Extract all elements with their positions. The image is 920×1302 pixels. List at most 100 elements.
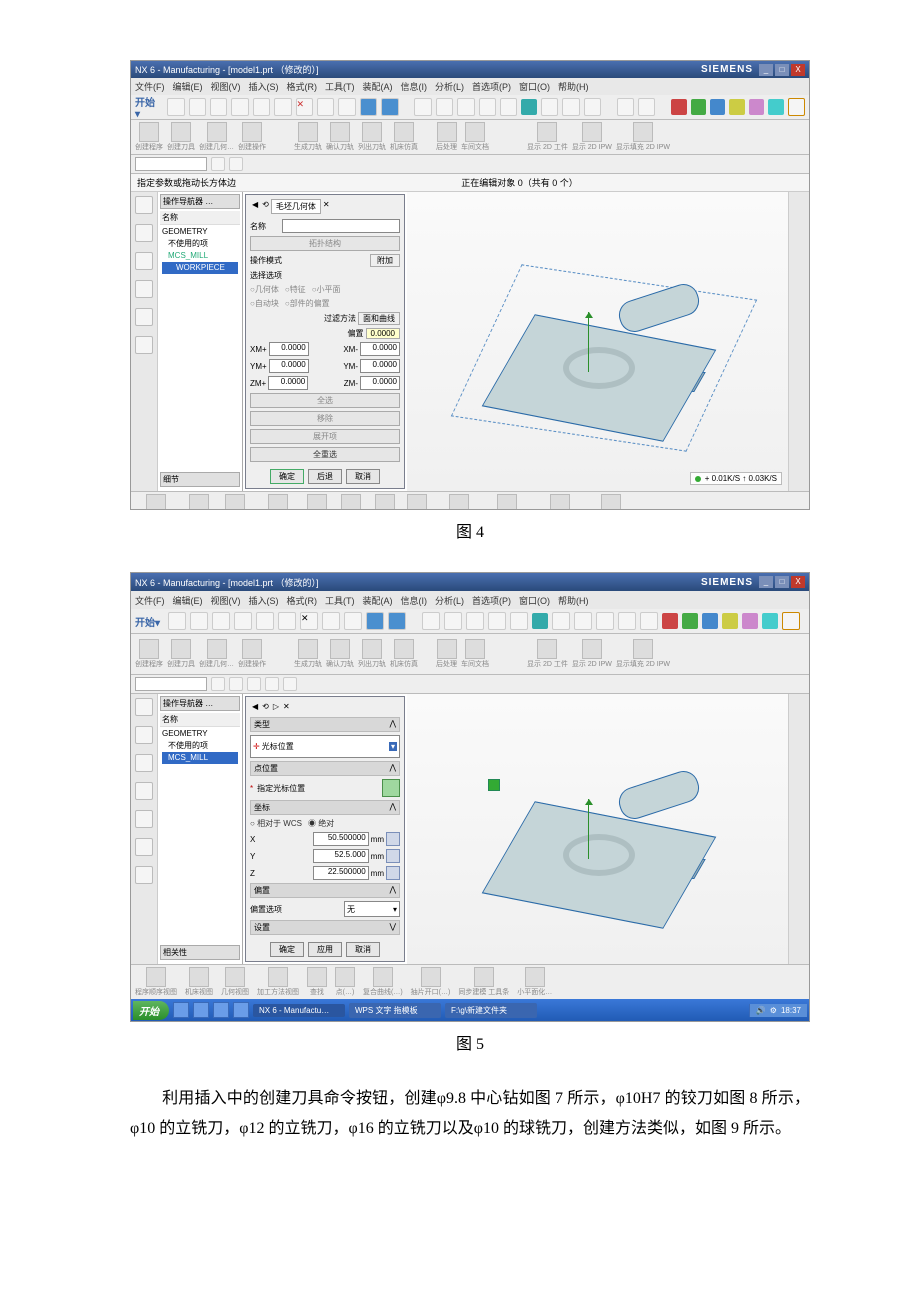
rb-fill-ipw[interactable]: 显示填充 2D IPW [616,142,670,152]
rotate-icon[interactable] [457,98,474,116]
paste-icon[interactable] [278,612,296,630]
taskbar-app-nx[interactable]: NX 6 - Manufactu… [253,1004,345,1017]
rb-create-program[interactable]: 创建程序 [135,659,163,669]
rb-create-tool[interactable]: 创建刀具 [167,142,195,152]
rb-2d-wp[interactable]: 显示 2D 工件 [527,659,568,669]
rb-sim[interactable]: 机床仿真 [390,142,418,152]
trueshade-icon[interactable] [521,99,536,115]
rb-2d-ipw[interactable]: 显示 2D IPW [572,142,612,152]
z-input[interactable]: 22.500000 [313,866,369,880]
btm-find[interactable]: 查找 [310,987,324,997]
tool-a-icon[interactable] [618,612,636,630]
type-section[interactable]: 类型⋀ [250,717,400,732]
minimize-button[interactable]: _ [759,64,773,76]
snap-line-icon[interactable] [229,677,243,691]
wire-icon[interactable] [510,612,528,630]
radio-geom[interactable]: ○几何体 [250,284,279,295]
point-location-section[interactable]: 点位置⋀ [250,761,400,776]
menu-prefs[interactable]: 首选项(P) [472,594,511,607]
rb-create-geom[interactable]: 创建几何… [199,142,234,152]
history2-tab-icon[interactable] [135,866,153,884]
rb-create-program[interactable]: 创建程序 [135,142,163,152]
minimize-button[interactable]: _ [759,576,773,588]
details-header[interactable]: 细节 [160,472,240,487]
shade-icon[interactable] [488,612,506,630]
viewport[interactable] [407,694,788,964]
open-icon[interactable] [189,98,206,116]
tray-icon[interactable]: ⚙ [770,1006,777,1015]
btm-geom-view[interactable]: 几何视图 [221,987,249,997]
radio-partoffset[interactable]: ○部件的偏置 [285,298,330,309]
settings-section[interactable]: 设置⋁ [250,920,400,935]
quicklaunch-icon[interactable] [233,1002,249,1018]
edit-icon[interactable] [596,612,614,630]
radio-flat[interactable]: ○小平面 [312,284,341,295]
browser-tab-icon[interactable] [135,810,153,828]
copy-icon[interactable] [253,98,270,116]
zoom-icon[interactable] [444,612,462,630]
rb-shop[interactable]: 车间文档 [461,659,489,669]
dialog-tab[interactable]: 毛坯几何体 [271,199,321,214]
help-tab-icon[interactable] [135,838,153,856]
ok-button[interactable]: 确定 [270,469,304,484]
menu-format[interactable]: 格式(R) [287,80,318,93]
filter-reset-icon[interactable] [211,157,225,171]
rb-create-op[interactable]: 创建操作 [238,142,266,152]
select-all-button[interactable]: 全选 [250,393,400,408]
yellow-icon[interactable] [729,99,744,115]
maximize-button[interactable]: □ [775,576,789,588]
menu-file[interactable]: 文件(F) [135,594,165,607]
nav-tab-icon[interactable] [135,196,153,214]
name-input[interactable] [282,219,400,233]
history-tab-icon[interactable] [135,754,153,772]
menu-assem[interactable]: 装配(A) [363,594,393,607]
taskbar-app-folder[interactable]: F:\g\新建文件夹 [445,1003,537,1018]
history-tab-icon[interactable] [135,252,153,270]
folder-icon[interactable] [782,612,800,630]
tool2-icon[interactable] [388,612,406,630]
radio-wcs[interactable]: ○ 相对于 WCS [250,818,302,829]
render-icon[interactable] [541,98,558,116]
trueshade-icon[interactable] [532,613,548,629]
btm-machine-view[interactable]: 机床视图 [185,987,213,997]
back-button[interactable]: 后退 [308,469,342,484]
menu-view[interactable]: 视图(V) [211,594,241,607]
menu-tools[interactable]: 工具(T) [325,594,355,607]
reselect-all-button[interactable]: 全重选 [250,447,400,462]
folder-icon[interactable] [788,98,805,116]
cut-icon[interactable] [231,98,248,116]
cancel-button[interactable]: 取消 [346,942,380,957]
y-input[interactable]: 52.5.000 [313,849,369,863]
role-tab-icon[interactable] [135,782,153,800]
viewport[interactable]: + 0.01K/S ↑ 0.03K/S [407,192,788,491]
menu-window[interactable]: 窗口(O) [519,594,550,607]
save-icon[interactable] [210,98,227,116]
btm-sync[interactable]: 同步建模 工具条 [458,987,509,997]
rb-2d-ipw[interactable]: 显示 2D IPW [572,659,612,669]
ok-button[interactable]: 确定 [270,942,304,957]
specify-point-button[interactable] [382,779,400,797]
offset-dropdown[interactable]: 无 ▾ [344,901,400,917]
menu-help[interactable]: 帮助(H) [558,80,589,93]
btm-compcurve[interactable]: 复合曲线(…) [363,987,403,997]
y-stepper[interactable] [386,849,400,863]
z-stepper[interactable] [386,866,400,880]
radio-absolute[interactable]: ◉ 绝对 [308,818,334,829]
expand-button[interactable]: 展开项 [250,429,400,444]
filter-all-icon[interactable] [229,157,243,171]
cyan-icon[interactable] [762,613,778,629]
taskbar-app-wps[interactable]: WPS 文字 拖模板 [349,1003,441,1018]
tree-unused[interactable]: 不使用的项 [162,238,238,250]
x-input[interactable]: 50.500000 [313,832,369,846]
btm-method-view[interactable]: 加工方法视图 [257,987,299,997]
coord-section[interactable]: 坐标⋀ [250,800,400,815]
tool2-icon[interactable] [381,98,398,116]
menu-help[interactable]: 帮助(H) [558,594,589,607]
menu-info[interactable]: 信息(I) [401,594,428,607]
start-button[interactable]: 开始 [133,1001,169,1020]
close-button[interactable]: X [791,576,805,588]
undo-icon[interactable] [322,612,340,630]
new-icon[interactable] [168,612,186,630]
tree-root[interactable]: GEOMETRY [162,728,238,740]
topology-button[interactable]: 拓扑结构 [250,236,400,251]
